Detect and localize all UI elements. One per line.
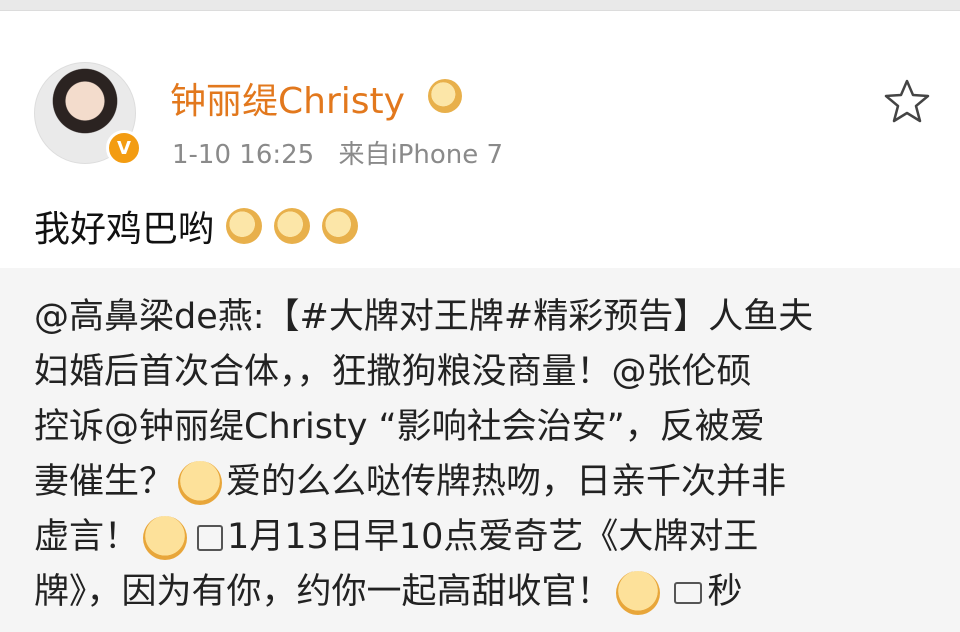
checkbox-icon xyxy=(197,524,224,551)
timestamp: 1-10 16:25 xyxy=(172,140,315,170)
repost-line: 控诉@钟丽缇Christy “影响社会治安”，反被爱 xyxy=(34,400,934,455)
source: 来自iPhone 7 xyxy=(338,140,504,170)
repost-line: 妻催生？ 爱的么么哒传牌热吻，日亲千次并非 xyxy=(34,455,934,510)
repost-line-text: 1月13日早10点爱奇艺《大牌对王 xyxy=(227,517,759,557)
username-text: 钟丽缇Christy xyxy=(170,81,405,122)
crying-face-emoji-icon xyxy=(143,515,188,560)
repost-line-text: 妻催生？ xyxy=(34,462,175,502)
repost-line-text: 牌》，因为有你，约你一起高甜收官！ xyxy=(34,572,612,612)
repost-card[interactable]: @高鼻梁de燕:【#大牌对王牌#精彩预告】人鱼夫 妇婚后首次合体，，狂撒狗粮没商… xyxy=(0,268,960,632)
post-text: 我好鸡巴哟 xyxy=(34,200,359,252)
repost-line: 虚言！ 1月13日早10点爱奇艺《大牌对王 xyxy=(34,510,934,565)
repost-line-text: 控诉@钟丽缇Christy “影响社会治安”，反被爱 xyxy=(34,407,765,447)
video-icon xyxy=(673,581,702,604)
verified-badge: V xyxy=(106,130,142,166)
repost-line: 牌》，因为有你，约你一起高甜收官！ 秒 xyxy=(34,565,934,620)
repost-line-text: 虚言！ xyxy=(34,517,140,557)
post-meta: 1-10 16:25 来自iPhone 7 xyxy=(172,134,503,171)
top-bar xyxy=(0,0,960,11)
ok-hand-emoji-icon xyxy=(322,208,359,244)
repost-line-text: 秒 xyxy=(707,572,743,612)
kiss-face-emoji-icon xyxy=(615,570,660,615)
shocked-face-emoji-icon xyxy=(178,460,223,505)
favorite-star-icon[interactable] xyxy=(882,76,932,126)
repost-text: @高鼻梁de燕:【#大牌对王牌#精彩预告】人鱼夫 妇婚后首次合体，，狂撒狗粮没商… xyxy=(34,290,934,620)
repost-line-text: @高鼻梁de燕:【#大牌对王牌#精彩预告】人鱼夫 xyxy=(34,297,814,337)
post-body: 我好鸡巴哟 xyxy=(34,209,215,250)
repost-line: @高鼻梁de燕:【#大牌对王牌#精彩预告】人鱼夫 xyxy=(34,290,934,345)
repost-line: 妇婚后首次合体，，狂撒狗粮没商量！@张伦硕 xyxy=(34,345,934,400)
repost-line-text: 爱的么么哒传牌热吻，日亲千次并非 xyxy=(226,462,787,502)
ok-hand-emoji-icon xyxy=(274,208,311,244)
repost-line-text: 妇婚后首次合体，，狂撒狗粮没商量！@张伦硕 xyxy=(34,352,752,392)
username[interactable]: 钟丽缇Christy xyxy=(170,72,463,124)
avatar[interactable]: V xyxy=(34,62,142,166)
ok-hand-emoji-icon xyxy=(226,208,263,244)
crown-badge-icon xyxy=(428,79,463,113)
